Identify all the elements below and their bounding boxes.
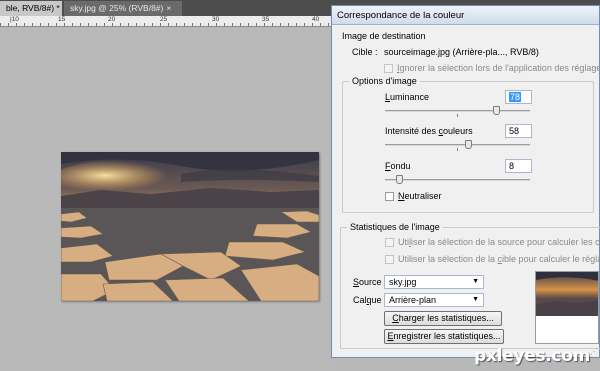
target-label: Cible :	[352, 47, 378, 57]
ignore-selection-label: Ignorer la sélection lors de l'applicati…	[397, 63, 600, 73]
fade-slider[interactable]	[385, 175, 530, 185]
luminance-slider[interactable]	[385, 106, 530, 117]
destination-section-title: Image de destination	[342, 31, 426, 41]
close-icon[interactable]: ×	[166, 3, 171, 13]
use-target-selection-label: Utiliser la sélection de la cible pour c…	[398, 254, 600, 264]
image-options-legend: Options d'image	[349, 75, 420, 87]
ruler-label: 35	[262, 16, 270, 23]
chevron-down-icon: ▼	[472, 296, 479, 303]
ruler-label: 15	[58, 16, 66, 23]
document-image[interactable]	[61, 152, 319, 301]
horizontal-ruler: |10 15 20 25 30 35 40	[0, 16, 334, 27]
color-intensity-slider[interactable]	[385, 140, 530, 151]
tab-active-document[interactable]: ble, RVB/8#) *×	[0, 1, 62, 16]
ruler-label: 40	[312, 16, 320, 23]
fade-input[interactable]: 8	[505, 159, 532, 173]
dialog-title[interactable]: Correspondance de la couleur	[332, 6, 599, 25]
tab-label: ble, RVB/8#) *	[6, 3, 60, 13]
target-value: sourceimage.jpg (Arrière-pla..., RVB/8)	[384, 47, 539, 57]
source-preview-thumbnail	[535, 271, 599, 344]
ruler-label: 20	[108, 16, 116, 23]
fade-label: Fondu	[385, 161, 411, 171]
layer-label: Calque :	[353, 295, 387, 305]
match-color-dialog: Correspondance de la couleur Image de de…	[331, 5, 600, 358]
save-statistics-button[interactable]: Enregistrer les statistiques...	[384, 329, 504, 344]
fade-slider-thumb[interactable]	[396, 175, 403, 184]
use-source-selection-label: Utiliser la sélection de la source pour …	[398, 237, 600, 247]
image-statistics-legend: Statistiques de l'image	[347, 221, 443, 233]
resize-grip-icon[interactable]: ⋰	[590, 347, 598, 356]
luminance-input[interactable]: 78	[505, 90, 532, 104]
use-target-selection-checkbox[interactable]	[385, 255, 394, 264]
source-select[interactable]: sky.jpg ▼	[384, 275, 484, 289]
luminance-label: Luminance	[385, 92, 430, 102]
color-intensity-slider-thumb[interactable]	[465, 140, 472, 149]
neutralize-label: Neutraliser	[398, 191, 442, 201]
use-source-selection-checkbox[interactable]	[385, 238, 394, 247]
chevron-down-icon: ▼	[472, 278, 479, 285]
color-intensity-label: Intensité des couleurs	[385, 126, 473, 136]
luminance-slider-thumb[interactable]	[493, 106, 500, 115]
ruler-label: 25	[160, 16, 168, 23]
watermark-logo: pxleyes.com	[474, 346, 590, 366]
tab-sky-document[interactable]: sky.jpg @ 25% (RVB/8#) ×	[64, 1, 182, 16]
ruler-label: |10	[10, 16, 19, 23]
color-intensity-input[interactable]: 58	[505, 124, 532, 138]
ignore-selection-checkbox[interactable]	[384, 64, 393, 73]
load-statistics-button[interactable]: Charger les statistiques...	[384, 311, 502, 326]
tab-label: sky.jpg @ 25% (RVB/8#)	[70, 3, 164, 13]
ruler-label: 30	[212, 16, 220, 23]
layer-select[interactable]: Arrière-plan ▼	[384, 293, 484, 307]
source-label: Source :	[353, 277, 387, 287]
neutralize-checkbox[interactable]	[385, 192, 394, 201]
